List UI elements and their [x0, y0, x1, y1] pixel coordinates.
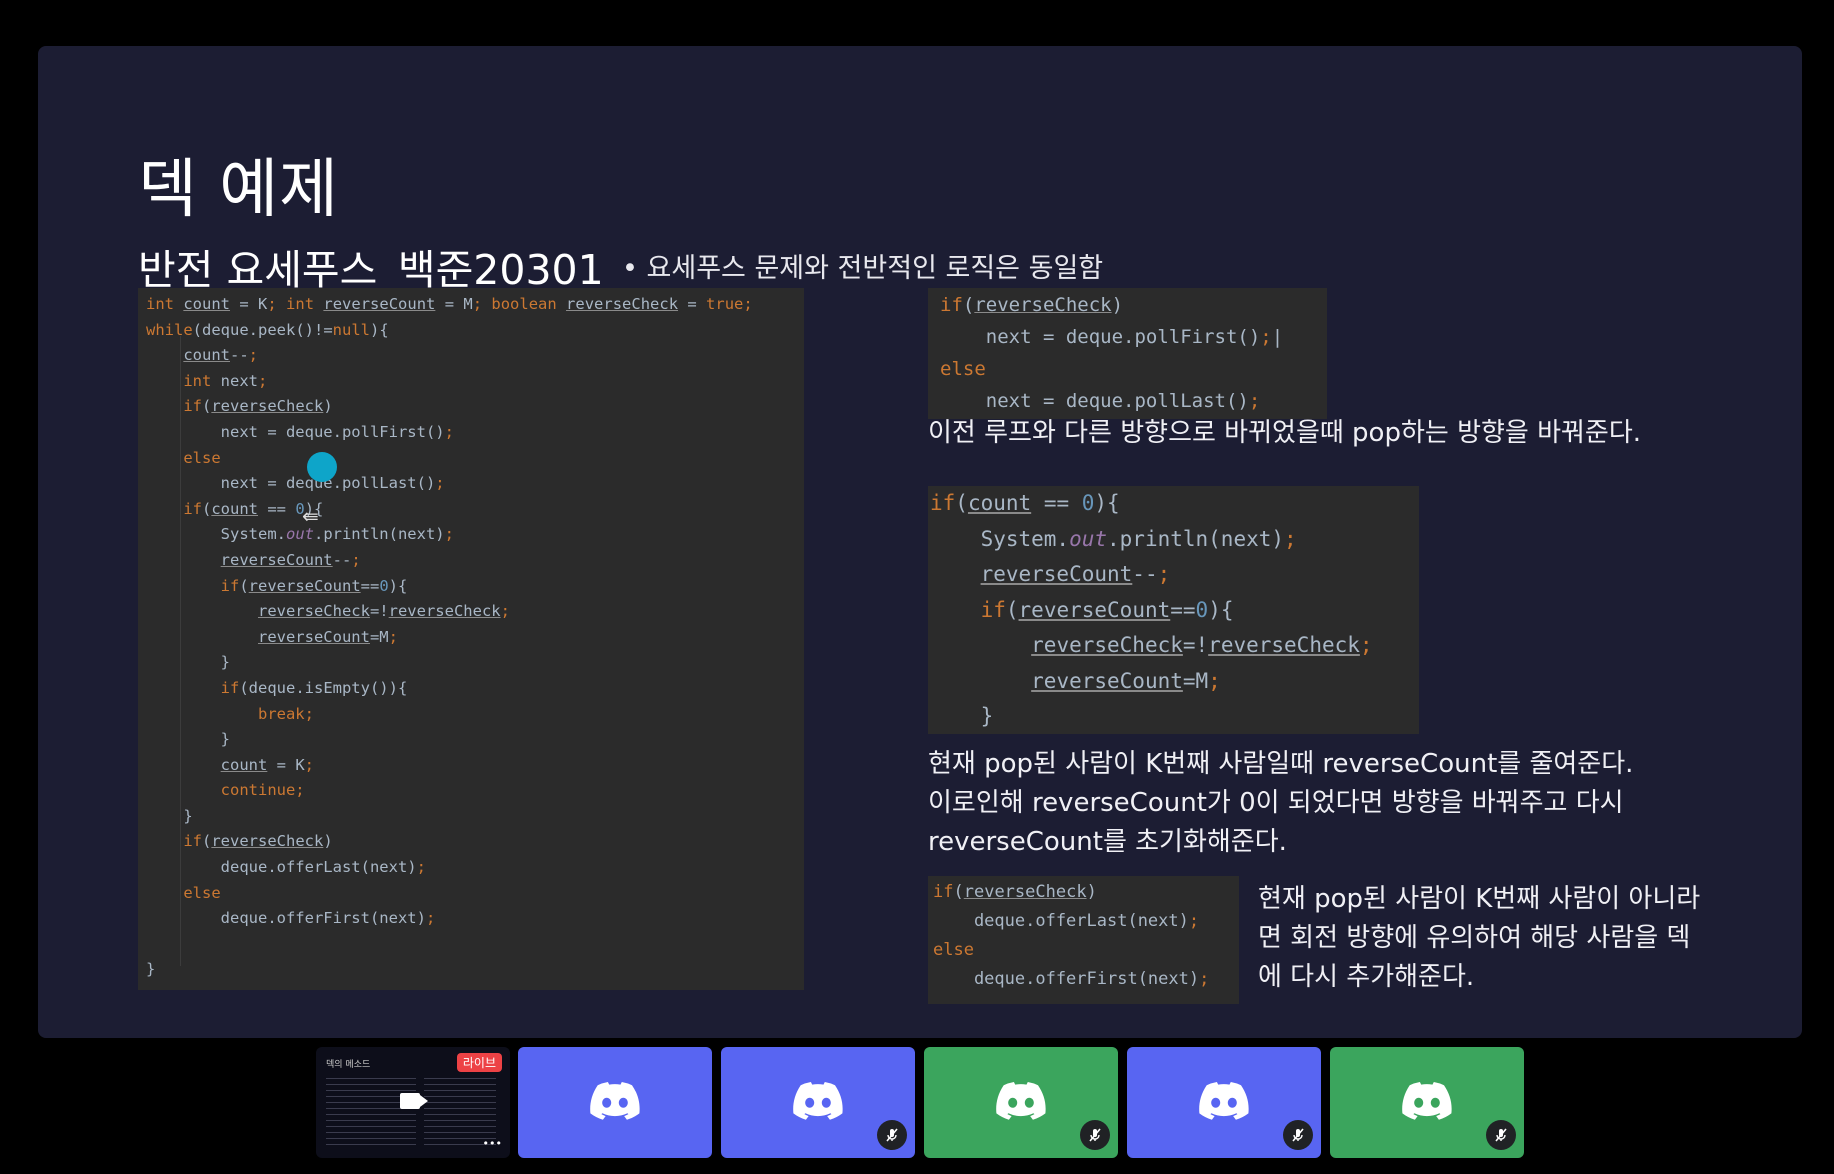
participant-tile[interactable]: [518, 1047, 712, 1158]
thumbnail-title: 덱의 메소드: [326, 1060, 371, 1070]
discord-avatar-icon: [590, 1081, 640, 1124]
description-line: 에 다시 추가해준다.: [1258, 962, 1475, 992]
description-line: reverseCount를 초기화해준다.: [928, 827, 1287, 857]
participant-tile[interactable]: [1330, 1047, 1524, 1158]
thumbnail-text-lines: [326, 1073, 416, 1147]
pointer-highlight: [307, 452, 337, 482]
participant-tile[interactable]: [924, 1047, 1118, 1158]
code-snippet-poll: if(reverseCheck) next = deque.pollFirst(…: [928, 288, 1327, 419]
muted-mic-icon: [877, 1120, 907, 1150]
thumbnail-text-lines: [424, 1073, 496, 1147]
description-line: 현재 pop된 사람이 K번째 사람일때 reverseCount를 줄여준다.: [928, 749, 1634, 779]
muted-mic-icon: [1486, 1120, 1516, 1150]
muted-mic-icon: [1080, 1120, 1110, 1150]
discord-avatar-icon: [1402, 1081, 1452, 1124]
live-badge: 라이브: [456, 1053, 502, 1072]
slide-title: 덱 예제: [138, 153, 339, 227]
screen-share-thumbnail[interactable]: 덱의 메소드 라이브 •••: [316, 1047, 510, 1158]
participant-tile[interactable]: [721, 1047, 915, 1158]
muted-mic-icon: [1283, 1120, 1313, 1150]
code-snippet-count: if(count == 0){ System.out.println(next)…: [928, 486, 1419, 734]
discord-avatar-icon: [793, 1081, 843, 1124]
code-snippet-offer: if(reverseCheck) deque.offerLast(next); e…: [928, 876, 1239, 1004]
indent-guide: [180, 336, 181, 966]
description-line: 이로인해 reverseCount가 0이 되었다면 방향을 바꿔주고 다시: [928, 788, 1624, 818]
description-reverse-count: 현재 pop된 사람이 K번째 사람일때 reverseCount를 줄여준다.…: [928, 745, 1633, 862]
more-options-button[interactable]: •••: [483, 1137, 502, 1150]
slide-bullet: • 요세푸스 문제와 전반적인 로직은 동일함: [622, 253, 1104, 284]
main-code-block: int count = K; int reverseCount = M; boo…: [138, 288, 804, 990]
description-line: 현재 pop된 사람이 K번째 사람이 아니라: [1258, 884, 1701, 914]
mouse-cursor-icon: ⇚: [302, 504, 319, 528]
description-line: 면 회전 방향에 유의하여 해당 사람을 덱: [1258, 923, 1691, 953]
description-poll-direction: 이전 루프와 다른 방향으로 바뀌었을때 pop하는 방향을 바꿔준다.: [928, 418, 1642, 448]
video-camera-lens: [420, 1095, 428, 1107]
description-re-add: 현재 pop된 사람이 K번째 사람이 아니라 면 회전 방향에 유의하여 해당…: [1258, 880, 1700, 997]
discord-avatar-icon: [1199, 1081, 1249, 1124]
video-camera-icon: [400, 1093, 420, 1109]
slide-subtitle: 반전 요세푸스_백준20301: [138, 246, 604, 294]
discord-avatar-icon: [996, 1081, 1046, 1124]
participant-tile[interactable]: [1127, 1047, 1321, 1158]
